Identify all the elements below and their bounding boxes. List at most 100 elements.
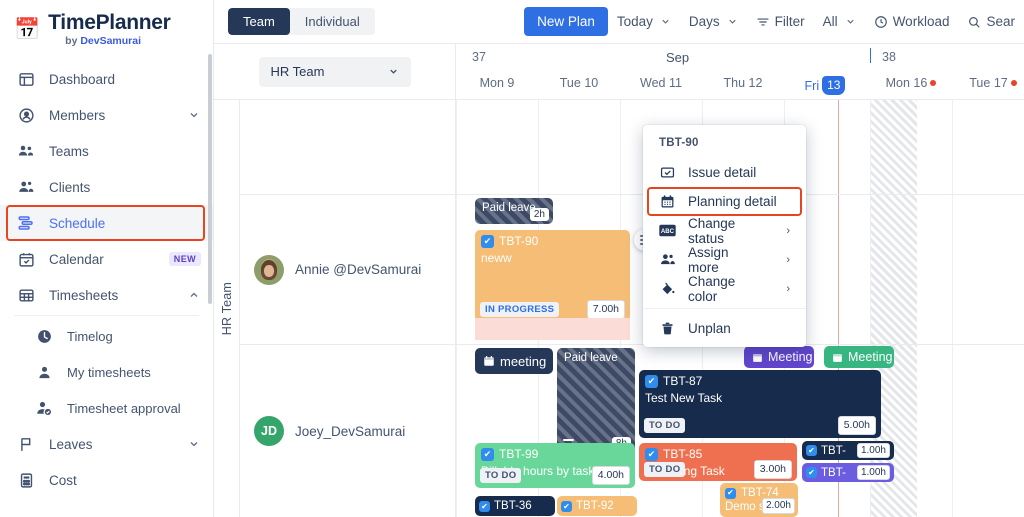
team-strip: HR Team (214, 100, 240, 517)
sidebar-item-teams[interactable]: Teams (0, 133, 213, 169)
menu-item-change-color[interactable]: Change color › (643, 274, 806, 303)
row-label-joey[interactable]: JD Joey_DevSamurai (240, 344, 455, 517)
month-label: Sep (666, 50, 689, 65)
task-bar-tbt-85[interactable]: ✔ TBT-85 Recurring Task TO DO 3.00h (639, 443, 797, 481)
check-icon: ✔ (645, 375, 658, 388)
new-plan-button[interactable]: New Plan (524, 7, 608, 36)
context-menu[interactable]: TBT-90 Issue detail Planning detail ABC … (643, 125, 806, 347)
day-wed-11[interactable]: Wed 11 (620, 76, 702, 90)
search-button[interactable]: Sear (958, 0, 1024, 44)
member-name: Annie @DevSamurai (295, 262, 421, 277)
day-mon-9[interactable]: Mon 9 (456, 76, 538, 90)
workload-label: Workload (893, 14, 950, 29)
menu-item-change-status[interactable]: ABC Change status › (643, 216, 806, 245)
search-icon (967, 15, 981, 29)
people-group-icon (16, 141, 36, 161)
task-bar-tbt-74[interactable]: ✔ TBT-74 Demo se 2.00h (720, 483, 798, 517)
person-circle-icon (16, 105, 36, 125)
task-hours: 1.00h (857, 465, 890, 480)
status-badge: TO DO (644, 418, 685, 434)
meeting-bar-green[interactable]: Meeting (824, 346, 894, 368)
day-tue-17[interactable]: Tue 17 (952, 76, 1024, 90)
holiday-dot-icon (930, 80, 936, 86)
status-badge: IN PROGRESS (480, 302, 559, 318)
day-mon-16[interactable]: Mon 16 (870, 76, 952, 90)
check-icon: ✔ (481, 448, 494, 461)
menu-item-issue-detail[interactable]: Issue detail (643, 158, 806, 187)
task-bar-tbt-dark-small[interactable]: ✔ TBT- 1.00h (802, 441, 894, 460)
chevron-down-icon (845, 16, 856, 27)
chevron-down-icon (660, 16, 671, 27)
filter-button[interactable]: Filter (747, 0, 814, 44)
task-key: TBT- (821, 445, 846, 457)
sidebar-item-label: Timesheet approval (67, 401, 201, 416)
assign-people-icon (659, 251, 676, 268)
issue-detail-icon (659, 165, 676, 180)
sidebar-item-label: Timelog (67, 329, 201, 344)
leave-bar-annie-paid-leave[interactable]: Paid leave 2h (475, 198, 553, 224)
menu-item-label: Issue detail (688, 165, 756, 180)
avatar (254, 255, 284, 285)
menu-item-label: Change status (688, 216, 760, 246)
day-thu-12[interactable]: Thu 12 (702, 76, 784, 90)
team-select[interactable]: HR Team (259, 57, 411, 87)
sidebar-item-calendar[interactable]: Calendar NEW (0, 241, 213, 277)
sidebar-scrollbar[interactable] (208, 54, 212, 304)
today-pill: 13 (822, 76, 845, 95)
week-divider (870, 48, 871, 63)
sidebar-item-clients[interactable]: Clients (0, 169, 213, 205)
sidebar-item-members[interactable]: Members (0, 97, 213, 133)
overflow-indicator (475, 318, 630, 340)
task-bar-tbt-87[interactable]: ✔ TBT-87 Test New Task TO DO 5.00h (639, 370, 881, 438)
team-select-cell: HR Team (214, 44, 456, 99)
sidebar-item-timesheets[interactable]: Timesheets (0, 277, 213, 313)
chevron-up-icon[interactable] (187, 289, 201, 301)
sidebar-item-my-timesheets[interactable]: My timesheets (0, 354, 213, 390)
all-dropdown[interactable]: All (814, 0, 865, 44)
menu-item-assign-more[interactable]: Assign more › (643, 245, 806, 274)
sidebar-item-timesheet-approval[interactable]: Timesheet approval (0, 390, 213, 426)
task-hours: 2.00h (762, 498, 795, 515)
task-key: TBT-92 (576, 500, 614, 512)
row-label-annie[interactable]: Annie @DevSamurai (240, 194, 455, 344)
tab-individual[interactable]: Individual (290, 8, 375, 36)
menu-item-planning-detail[interactable]: Planning detail (643, 187, 806, 216)
day-fri-13[interactable]: Fri 13 (784, 76, 866, 95)
tab-team[interactable]: Team (228, 8, 290, 36)
sidebar-item-dashboard[interactable]: Dashboard (0, 61, 213, 97)
search-label: Sear (986, 14, 1015, 29)
team-select-value: HR Team (271, 64, 325, 79)
day-tue-10[interactable]: Tue 10 (538, 76, 620, 90)
day-row: Mon 9 Tue 10 Wed 11 Thu 12 Fri 13 Mon 16… (456, 72, 1024, 99)
task-bar-tbt-90[interactable]: ✔ TBT-90 neww IN PROGRESS 7.00h (475, 230, 630, 322)
menu-item-label: Assign more (688, 245, 760, 275)
status-badge: TO DO (644, 462, 685, 478)
meeting-bar-joey[interactable]: meeting (475, 348, 553, 374)
meeting-bar-purple[interactable]: Meeting (744, 346, 814, 368)
menu-item-unplan[interactable]: Unplan (643, 314, 806, 343)
sidebar-item-cost[interactable]: Cost (0, 462, 213, 498)
chevron-down-icon[interactable] (187, 438, 201, 450)
days-dropdown[interactable]: Days (680, 0, 747, 44)
task-bar-tbt-99[interactable]: ✔ TBT-99 Billable hours by task TO DO 4.… (475, 443, 635, 488)
workload-button[interactable]: Workload (865, 0, 959, 44)
row-labels: HR Team Annie @DevSamurai JD Joey_DevSam… (214, 100, 456, 517)
chevron-down-icon[interactable] (187, 109, 201, 121)
chevron-down-icon (388, 66, 399, 77)
menu-item-label: Change color (688, 274, 760, 304)
task-bar-tbt-92[interactable]: ✔ TBT-92 (557, 496, 637, 516)
sidebar-item-schedule[interactable]: Schedule (0, 205, 213, 241)
calendar-icon (752, 352, 763, 363)
task-bar-tbt-36[interactable]: ✔ TBT-36 (475, 496, 555, 516)
today-label: Today (617, 14, 653, 29)
divider (14, 315, 199, 316)
today-dropdown[interactable]: Today (608, 0, 680, 44)
sidebar-item-leaves[interactable]: Leaves (0, 426, 213, 462)
meeting-title: Meeting (848, 350, 892, 364)
task-bar-tbt-purple-small[interactable]: ✔ TBT- 1.00h (802, 463, 894, 482)
calendar-clock-icon: 📅 (14, 19, 40, 40)
week-number-37: 37 (472, 50, 486, 64)
leave-bar-joey-paid-leave[interactable]: Paid leave 8h (557, 348, 635, 453)
sidebar-item-timelog[interactable]: Timelog (0, 318, 213, 354)
grid-icon (16, 285, 36, 305)
